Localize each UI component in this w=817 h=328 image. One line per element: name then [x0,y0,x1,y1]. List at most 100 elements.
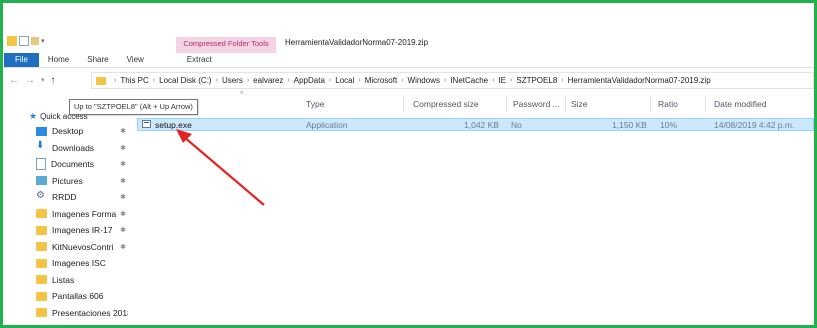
column-divider[interactable] [565,96,566,112]
pin-icon[interactable]: ✱ [120,226,126,234]
breadcrumb-item[interactable]: Microsoft [365,76,397,85]
quick-access-toolbar: ▾ [7,36,45,46]
tab-extract[interactable]: Extract [178,53,221,67]
nav-item-label: Imagenes ISC [52,258,106,268]
ribbon-tabs: File Home Share View Extract [3,53,221,67]
folder-icon [36,242,47,251]
nav-item-label: Desktop [52,126,84,136]
tab-home[interactable]: Home [39,53,78,67]
column-divider[interactable] [705,96,706,112]
nav-item-label: Listas [52,274,75,285]
nav-item-label: KitNuevosContri [52,241,114,252]
nav-item[interactable]: Desktop ✱ [36,123,128,139]
breadcrumb-item[interactable]: SZTPOEL8 [516,76,557,85]
nav-item[interactable]: Presentaciones 2018 [36,305,128,321]
folder-icon[interactable] [7,36,17,46]
breadcrumb-item[interactable]: ealvarez [253,76,283,85]
folder-icon [36,258,47,268]
documents-icon [36,158,46,170]
breadcrumb-chevron-icon[interactable]: › [401,77,403,84]
up-arrow-icon[interactable]: ↑ [51,75,56,86]
breadcrumb-chevron-icon[interactable]: › [247,77,249,84]
breadcrumb-item[interactable]: Windows [408,76,440,85]
pin-icon[interactable]: ✱ [120,160,126,168]
column-divider[interactable] [650,96,651,112]
window-title: HerramientaValidadorNorma07-2019.zip [285,38,429,47]
file-type: Application [306,120,348,130]
folder-icon [36,209,47,218]
file-compressed-size: 1,042 KB [464,120,499,130]
breadcrumb-chevron-icon[interactable]: › [358,77,360,84]
new-folder-icon[interactable] [31,37,39,45]
breadcrumb-chevron-icon[interactable]: › [561,77,563,84]
forward-arrow-icon[interactable]: → [25,75,35,86]
application-icon [142,120,151,128]
file-ratio: 10% [660,120,678,130]
column-header-size[interactable]: Size [571,99,588,109]
breadcrumb-item[interactable]: HerramientaValidadorNorma07-2019.zip [568,76,711,85]
nav-item[interactable]: Imagenes ISC [36,255,128,271]
column-header-type[interactable]: Type [306,99,324,109]
back-arrow-icon[interactable]: ← [9,75,19,86]
nav-item[interactable]: KitNuevosContri ✱ [36,239,128,255]
breadcrumb-item[interactable]: This PC [120,76,148,85]
breadcrumb-chevron-icon[interactable]: › [492,77,494,84]
nav-item-label: Downloads [52,142,95,153]
nav-item-label: Documents [51,159,94,169]
breadcrumb-item[interactable]: Local Disk (C:) [159,76,211,85]
nav-item-label: Pantallas 606 [52,291,104,301]
breadcrumb-item[interactable]: Users [222,76,243,85]
column-divider[interactable] [506,96,507,112]
breadcrumb-chevron-icon[interactable]: › [444,77,446,84]
pictures-icon [36,176,47,185]
column-divider[interactable] [403,96,404,112]
tab-file[interactable]: File [4,53,39,67]
breadcrumb-chevron-icon[interactable]: › [216,77,218,84]
nav-item[interactable]: Imagenes Forma ✱ [36,206,128,222]
recent-locations-icon[interactable]: ▾ [41,76,45,84]
file-name[interactable]: setup.exe [155,119,192,131]
tab-view[interactable]: View [118,53,153,67]
nav-item[interactable]: Pictures ✱ [36,173,128,189]
column-header-password[interactable]: Password ... [513,99,560,109]
explorer-window: ▾ Compressed Folder Tools HerramientaVal… [0,0,817,328]
tab-share[interactable]: Share [78,53,117,67]
column-header-date-modified[interactable]: Date modified [714,99,766,109]
nav-item[interactable]: Downloads ✱ [36,140,128,156]
address-breadcrumb[interactable]: › This PC › Local Disk (C:) › Users › ealvarez ›… [91,72,814,89]
breadcrumb-chevron-icon[interactable]: › [329,77,331,84]
folder-icon [36,291,47,301]
pin-icon[interactable]: ✱ [120,144,126,152]
desktop-icon [36,126,47,136]
pin-icon[interactable]: ✱ [120,193,126,201]
nav-item[interactable]: Imagenes IR-17 ✱ [36,222,128,238]
breadcrumb-item[interactable]: Local [335,76,354,85]
nav-item[interactable]: RRDD ✱ [36,189,128,205]
pin-icon[interactable]: ✱ [120,127,126,135]
nav-item-label: Presentaciones 2018 [52,307,128,318]
breadcrumb-item[interactable]: INetCache [450,76,488,85]
star-icon: ★ [29,111,38,121]
pin-icon[interactable]: ✱ [120,243,126,251]
compressed-folder-tools-label: Compressed Folder Tools [176,37,276,50]
folder-icon [36,225,47,235]
breadcrumb-chevron-icon[interactable]: › [153,77,155,84]
breadcrumb-chevron-icon[interactable]: › [510,77,512,84]
breadcrumb-chevron-icon[interactable]: › [114,77,116,84]
nav-item[interactable]: Documents ✱ [36,156,128,172]
column-header-compressed-size[interactable]: Compressed size [413,99,479,109]
nav-item[interactable]: Pantallas 606 [36,288,128,304]
nav-item-label: Pictures [52,175,83,186]
dropdown-chevron-icon[interactable]: ▾ [41,37,45,45]
column-header-ratio[interactable]: Ratio [658,99,678,109]
breadcrumb-item[interactable]: AppData [294,76,325,85]
pin-icon[interactable]: ✱ [120,177,126,185]
breadcrumb-item[interactable]: IE [498,76,506,85]
folder-icon [36,308,47,317]
breadcrumb-chevron-icon[interactable]: › [287,77,289,84]
properties-icon[interactable] [19,36,29,46]
nav-item-label: Imagenes Forma [52,208,117,219]
nav-item[interactable]: Listas [36,272,128,288]
folder-icon [36,275,47,284]
pin-icon[interactable]: ✱ [120,210,126,218]
